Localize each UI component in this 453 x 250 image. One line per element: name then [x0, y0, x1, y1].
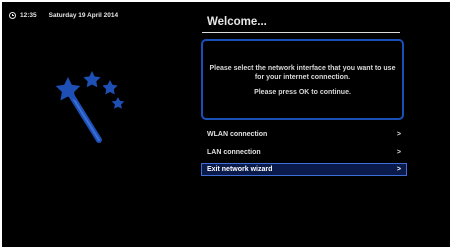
chevron-right-icon: >	[396, 131, 401, 138]
date-label: Saturday 19 April 2014	[48, 12, 119, 19]
chevron-right-icon: >	[396, 148, 401, 156]
clock-time: 12:35	[20, 12, 37, 19]
menu-item-label: Exit network wizard	[207, 166, 273, 173]
menu-item-label: LAN connection	[207, 148, 261, 156]
info-instructions: Please select the network interface that…	[209, 65, 396, 81]
title-divider	[202, 32, 400, 33]
magic-wand-icon	[55, 71, 125, 143]
chevron-right-icon: >	[396, 166, 401, 173]
screen: 12:35 Saturday 19 April 2014 Welcome... …	[2, 2, 450, 247]
network-menu: WLAN connection > LAN connection > Exit …	[201, 128, 407, 181]
menu-item-label: WLAN connection	[207, 131, 268, 138]
menu-item-exit-wizard[interactable]: Exit network wizard >	[201, 163, 407, 176]
page-title: Welcome...	[207, 16, 267, 28]
menu-item-lan[interactable]: LAN connection >	[201, 146, 407, 159]
menu-item-wlan[interactable]: WLAN connection >	[201, 128, 407, 141]
clock-icon	[9, 12, 16, 19]
info-panel: Please select the network interface that…	[201, 39, 404, 120]
info-continue-hint: Please press OK to continue.	[254, 89, 351, 96]
status-bar: 12:35 Saturday 19 April 2014	[9, 12, 118, 19]
